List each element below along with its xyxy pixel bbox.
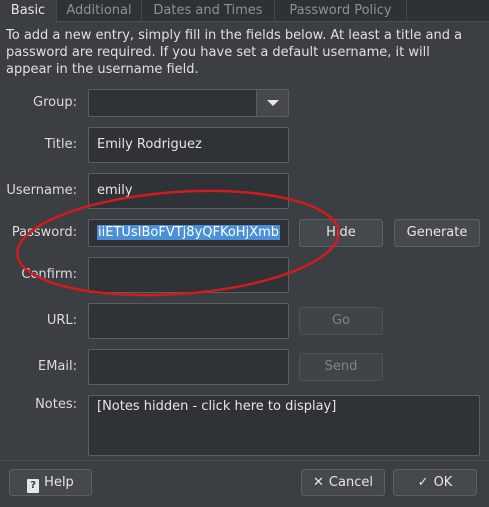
notes-field[interactable]: [Notes hidden - click here to display] xyxy=(88,395,480,456)
send-button[interactable]: Send xyxy=(299,353,383,381)
help-button-label: Help xyxy=(44,475,74,490)
title-label: Title: xyxy=(44,137,77,152)
title-field[interactable]: Emily Rodriguez xyxy=(88,127,289,163)
notes-label: Notes: xyxy=(35,397,77,412)
password-value-selected: iiETUsIBoFVTj8yQFKoHjXmb xyxy=(97,225,281,240)
group-label: Group: xyxy=(33,95,77,110)
ok-button[interactable]: ✓ OK xyxy=(393,469,477,496)
username-field[interactable]: emily xyxy=(88,173,289,209)
password-label: Password: xyxy=(11,225,77,240)
help-icon: ? xyxy=(27,479,40,493)
go-button[interactable]: Go xyxy=(299,307,383,335)
chevron-down-icon xyxy=(267,100,279,106)
confirm-field[interactable] xyxy=(88,257,289,293)
email-label: EMail: xyxy=(38,359,77,374)
tab-password-policy[interactable]: Password Policy xyxy=(275,0,407,22)
group-combobox[interactable] xyxy=(88,89,289,117)
confirm-label: Confirm: xyxy=(21,267,77,282)
tab-dates-and-times[interactable]: Dates and Times xyxy=(142,0,275,22)
username-label: Username: xyxy=(6,183,77,198)
check-icon: ✓ xyxy=(417,475,429,490)
generate-button[interactable]: Generate xyxy=(394,219,480,247)
email-field[interactable] xyxy=(88,349,289,385)
url-field[interactable] xyxy=(88,303,289,339)
help-button[interactable]: ? Help xyxy=(9,469,92,496)
cancel-button[interactable]: ✕ Cancel xyxy=(301,469,385,496)
intro-text: To add a new entry, simply fill in the f… xyxy=(6,28,463,77)
password-field[interactable]: iiETUsIBoFVTj8yQFKoHjXmb xyxy=(88,219,289,247)
hide-button[interactable]: Hide xyxy=(299,219,383,247)
cancel-button-label: Cancel xyxy=(328,475,373,490)
tab-basic[interactable]: Basic xyxy=(0,0,57,23)
tab-additional[interactable]: Additional xyxy=(57,0,142,22)
url-label: URL: xyxy=(46,313,77,328)
group-dropdown-button[interactable] xyxy=(256,90,288,116)
ok-button-label: OK xyxy=(433,475,453,490)
cross-icon: ✕ xyxy=(313,475,324,490)
tab-bar: Basic Additional Dates and Times Passwor… xyxy=(0,0,489,23)
